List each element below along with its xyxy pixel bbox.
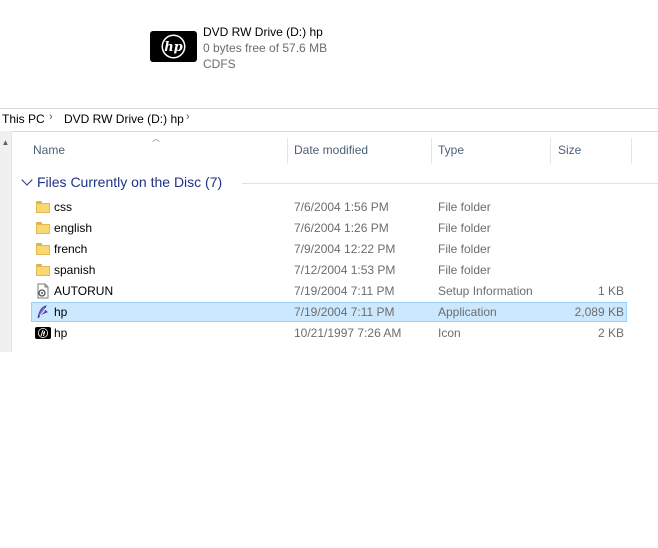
file-row-english[interactable]: english 7/6/2004 1:26 PM File folder: [31, 218, 627, 238]
file-date: 7/12/2004 1:53 PM: [294, 263, 396, 277]
file-size: 2 KB: [597, 326, 624, 340]
svg-text:hp: hp: [164, 40, 183, 55]
application-icon: [35, 304, 51, 320]
drive-name: DVD RW Drive (D:) hp: [203, 25, 323, 39]
breadcrumb-this-pc[interactable]: This PC: [2, 112, 45, 126]
hp-icon-file-icon: [35, 325, 51, 341]
drive-free-space: 0 bytes free of 57.6 MB: [203, 41, 328, 55]
group-header[interactable]: Files Currently on the Disc (7): [20, 173, 658, 193]
column-divider[interactable]: [550, 138, 551, 164]
folder-icon: [36, 243, 50, 255]
file-row-french[interactable]: french 7/9/2004 12:22 PM File folder: [31, 239, 627, 259]
sort-ascending-icon: ︿: [152, 134, 160, 143]
file-row-css[interactable]: css 7/6/2004 1:56 PM File folder: [31, 197, 627, 217]
file-type: Application: [438, 305, 497, 319]
file-date: 10/21/1997 7:26 AM: [294, 326, 402, 340]
file-date: 7/6/2004 1:56 PM: [294, 200, 389, 214]
file-name: spanish: [54, 263, 96, 277]
navigation-pane-scrollbar[interactable]: ▲: [0, 131, 12, 352]
group-divider: [242, 183, 658, 184]
breadcrumb-dvd-drive[interactable]: DVD RW Drive (D:) hp: [64, 112, 184, 126]
chevron-right-icon[interactable]: ›: [186, 111, 190, 123]
file-type: Icon: [438, 326, 461, 340]
file-type: File folder: [438, 263, 491, 277]
file-type: Setup Information: [438, 284, 533, 298]
scroll-up-arrow-icon[interactable]: ▲: [1, 139, 10, 147]
file-row-spanish[interactable]: spanish 7/12/2004 1:53 PM File folder: [31, 260, 627, 280]
file-size: 1 KB: [597, 284, 624, 298]
column-header-name[interactable]: Name: [33, 138, 65, 162]
column-divider[interactable]: [631, 138, 632, 164]
chevron-down-icon[interactable]: [21, 174, 33, 186]
file-type: File folder: [438, 221, 491, 235]
file-type: File folder: [438, 200, 491, 214]
column-divider[interactable]: [431, 138, 432, 164]
column-header-size[interactable]: Size: [558, 138, 581, 162]
hp-logo-icon: hp: [150, 31, 197, 62]
chevron-right-icon[interactable]: ›: [49, 111, 53, 123]
folder-icon: [36, 264, 50, 276]
folder-icon: [36, 222, 50, 234]
file-date: 7/19/2004 7:11 PM: [294, 284, 395, 298]
file-name: css: [54, 200, 72, 214]
drive-info-header: hp DVD RW Drive (D:) hp 0 bytes free of …: [150, 22, 550, 72]
file-date: 7/19/2004 7:11 PM: [294, 305, 395, 319]
file-row-autorun[interactable]: AUTORUN 7/19/2004 7:11 PM Setup Informat…: [31, 281, 627, 301]
file-size: 2,089 KB: [574, 305, 624, 319]
setup-info-icon: [35, 283, 51, 299]
column-divider[interactable]: [287, 138, 288, 164]
column-header-type[interactable]: Type: [438, 138, 464, 162]
folder-icon: [36, 201, 50, 213]
group-title: Files Currently on the Disc (7): [37, 174, 223, 190]
file-date: 7/6/2004 1:26 PM: [294, 221, 389, 235]
drive-filesystem: CDFS: [203, 57, 236, 71]
file-row-hp-application[interactable]: hp 7/19/2004 7:11 PM Application 2,089 K…: [31, 302, 627, 322]
column-header-date-modified[interactable]: Date modified: [294, 138, 368, 162]
file-date: 7/9/2004 12:22 PM: [294, 242, 396, 256]
breadcrumb[interactable]: This PC › DVD RW Drive (D:) hp ›: [0, 108, 658, 132]
file-row-hp-icon[interactable]: hp 10/21/1997 7:26 AM Icon 2 KB: [31, 323, 627, 343]
file-name: french: [54, 242, 88, 256]
file-name: english: [54, 221, 93, 235]
file-name: hp: [54, 326, 68, 340]
file-name: hp: [54, 305, 68, 319]
file-type: File folder: [438, 242, 491, 256]
file-name: AUTORUN: [54, 284, 114, 298]
